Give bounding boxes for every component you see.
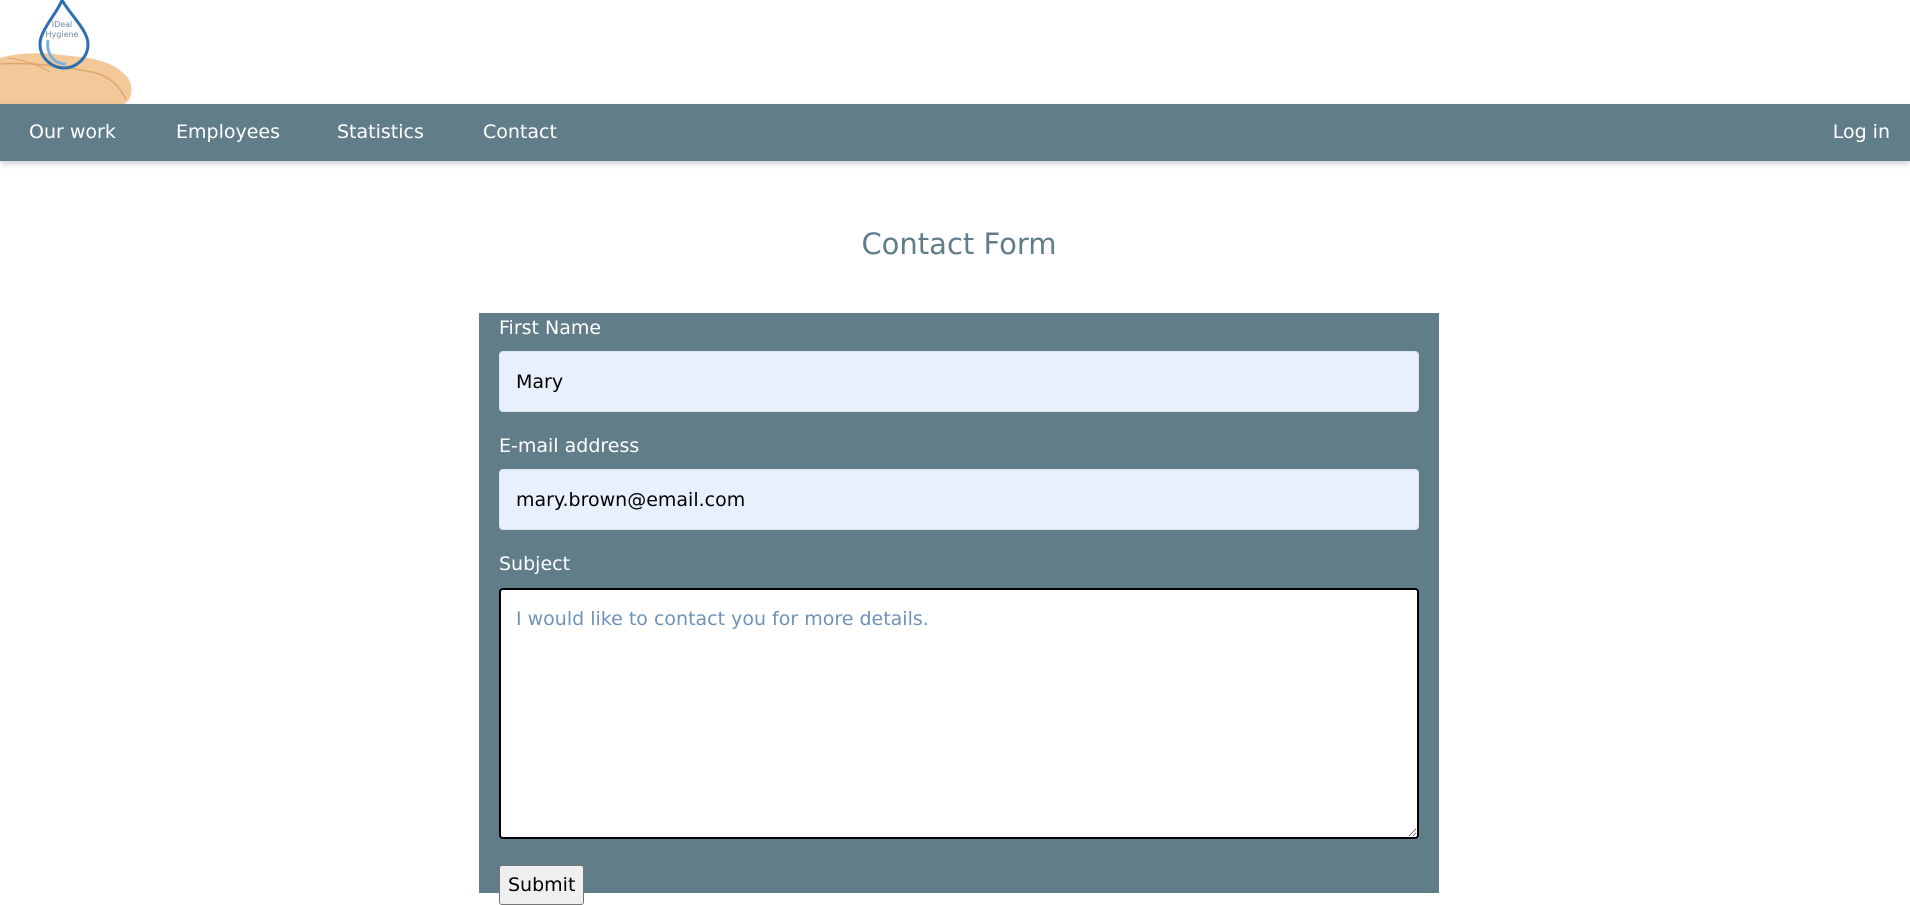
email-input[interactable] xyxy=(499,469,1419,530)
email-label: E-mail address xyxy=(499,435,640,457)
page-title: Contact Form xyxy=(861,227,1057,261)
contact-form: First Name E-mail address Subject I woul… xyxy=(479,313,1439,905)
logo-text: IDeal Hygiene xyxy=(45,20,79,39)
login-link[interactable]: Log in xyxy=(1833,104,1890,161)
logo[interactable]: IDeal Hygiene xyxy=(0,0,140,104)
nav-item-statistics[interactable]: Statistics xyxy=(337,104,424,161)
first-name-label: First Name xyxy=(499,317,602,339)
header: IDeal Hygiene xyxy=(0,0,1910,104)
logo-icon xyxy=(0,0,132,104)
navbar: Our work Employees Statistics Contact Lo… xyxy=(0,104,1910,161)
subject-label: Subject xyxy=(499,553,571,575)
submit-button[interactable]: Submit xyxy=(499,865,585,905)
first-name-input[interactable] xyxy=(499,351,1419,412)
subject-textarea[interactable]: I would like to contact you for more det… xyxy=(499,588,1419,839)
nav-item-employees[interactable]: Employees xyxy=(176,104,280,161)
nav-item-our-work[interactable]: Our work xyxy=(29,104,116,161)
nav-item-contact[interactable]: Contact xyxy=(483,104,557,161)
